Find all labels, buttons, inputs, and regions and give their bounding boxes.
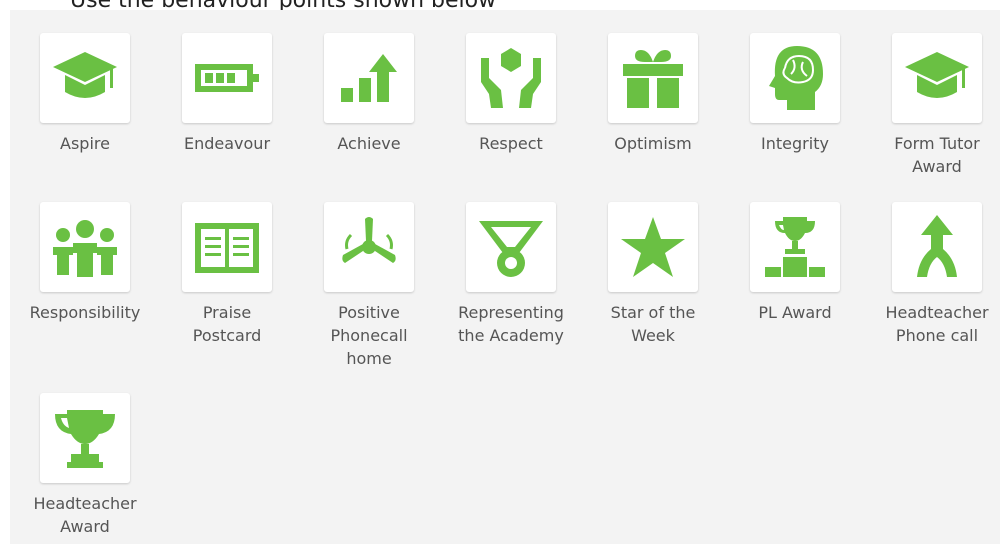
award-label: Achieve <box>337 134 401 153</box>
award-label: Praise Postcard <box>192 303 262 345</box>
award-label: PL Award <box>758 303 832 322</box>
wind-turbine-icon <box>342 217 396 263</box>
award-label: Responsibility <box>29 303 141 322</box>
award-card[interactable] <box>40 393 130 483</box>
award-tile-headteacher-phonecall[interactable]: Headteacher Phone call <box>862 202 1000 347</box>
award-label: Star of the Week <box>610 303 696 345</box>
award-tile-aspire[interactable]: Aspire <box>10 33 160 155</box>
award-card[interactable] <box>608 33 698 123</box>
award-card[interactable] <box>466 33 556 123</box>
award-tile-pl-award[interactable]: PL Award <box>720 202 870 324</box>
battery-icon <box>195 64 259 92</box>
award-label: Headteacher Phone call <box>885 303 989 345</box>
award-tile-responsibility[interactable]: Responsibility <box>10 202 160 324</box>
award-card[interactable] <box>182 202 272 292</box>
award-card[interactable] <box>892 202 982 292</box>
award-label: Integrity <box>761 134 829 153</box>
award-label: Representing the Academy <box>458 303 564 345</box>
award-tile-achieve[interactable]: Achieve <box>294 33 444 155</box>
award-tile-integrity[interactable]: Integrity <box>720 33 870 155</box>
award-tile-headteacher-award[interactable]: Headteacher Award <box>10 393 160 538</box>
award-label: Positive Phonecall home <box>330 303 408 368</box>
graduation-cap-icon <box>53 52 117 98</box>
gift-icon <box>623 50 683 108</box>
growth-chart-icon <box>341 54 397 102</box>
trophy-podium-icon <box>765 217 825 277</box>
award-card[interactable] <box>892 33 982 123</box>
award-tile-representing[interactable]: Representing the Academy <box>436 202 586 347</box>
open-book-icon <box>195 223 259 273</box>
award-card[interactable] <box>324 202 414 292</box>
award-tile-endeavour[interactable]: Endeavour <box>152 33 302 155</box>
award-tile-praise-postcard[interactable]: Praise Postcard <box>152 202 302 347</box>
award-tile-respect[interactable]: Respect <box>436 33 586 155</box>
award-card[interactable] <box>750 202 840 292</box>
award-card[interactable] <box>466 202 556 292</box>
award-card[interactable] <box>608 202 698 292</box>
award-label: Endeavour <box>183 134 271 153</box>
award-card[interactable] <box>324 33 414 123</box>
award-label: Aspire <box>60 134 110 153</box>
award-tile-form-tutor[interactable]: Form Tutor Award <box>862 33 1000 178</box>
award-tile-positive-phonecall[interactable]: Positive Phonecall home <box>294 202 444 370</box>
award-tile-star-of-week[interactable]: Star of the Week <box>578 202 728 347</box>
graduation-cap-icon <box>905 52 969 98</box>
trophy-icon <box>55 410 115 468</box>
behaviour-points-panel: Aspire Endeavour Achieve Respect Optimis… <box>10 10 1000 544</box>
head-brain-icon <box>769 46 823 110</box>
merge-arrow-icon <box>917 215 957 277</box>
team-people-icon <box>53 220 117 277</box>
award-tile-optimism[interactable]: Optimism <box>578 33 728 155</box>
award-label: Form Tutor Award <box>894 134 980 176</box>
medal-icon <box>479 221 543 277</box>
award-card[interactable] <box>40 33 130 123</box>
star-icon <box>621 217 685 277</box>
award-label: Headteacher Award <box>33 494 137 536</box>
award-card[interactable] <box>182 33 272 123</box>
award-label: Respect <box>479 134 543 153</box>
award-card[interactable] <box>750 33 840 123</box>
award-label: Optimism <box>614 134 692 153</box>
hands-holding-cube-icon <box>481 48 541 108</box>
award-card[interactable] <box>40 202 130 292</box>
